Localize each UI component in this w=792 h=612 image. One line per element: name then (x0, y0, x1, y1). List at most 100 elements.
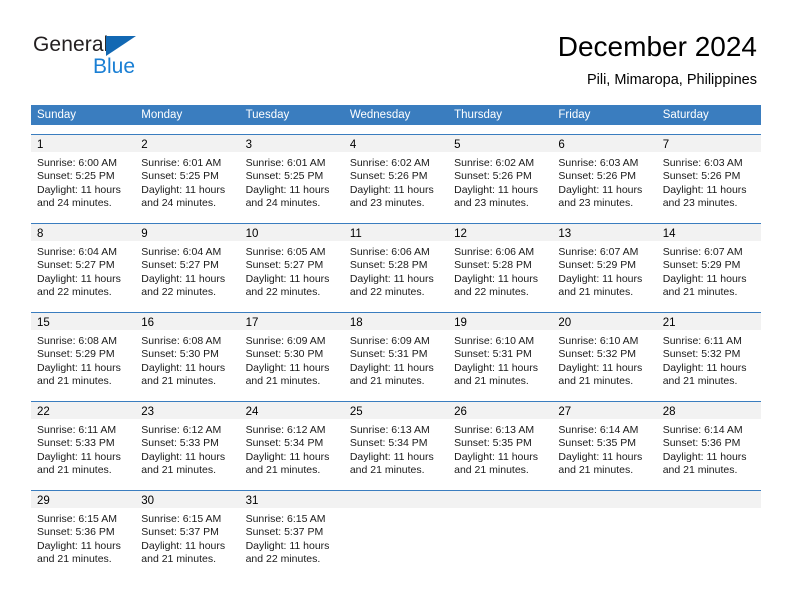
daylight-text-line1: Daylight: 11 hours (558, 361, 643, 374)
daylight-text-line1: Daylight: 11 hours (245, 272, 330, 285)
day-cell[interactable]: 14 Sunrise: 6:07 AM Sunset: 5:29 PM Dayl… (656, 224, 761, 303)
day-number: 17 (245, 317, 259, 329)
day-cell[interactable]: 25 Sunrise: 6:13 AM Sunset: 5:34 PM Dayl… (343, 402, 449, 481)
daylight-text-line2: and 21 minutes. (558, 464, 634, 477)
day-cell[interactable]: 18 Sunrise: 6:09 AM Sunset: 5:31 PM Dayl… (343, 313, 449, 392)
sunset-text: Sunset: 5:29 PM (662, 259, 741, 272)
day-cell[interactable]: 22 Sunrise: 6:11 AM Sunset: 5:33 PM Dayl… (31, 402, 136, 481)
daylight-text-line2: and 23 minutes. (454, 197, 529, 210)
daylight-text-line1: Daylight: 11 hours (454, 183, 538, 196)
sunset-text: Sunset: 5:34 PM (349, 437, 428, 450)
sunset-text: Sunset: 5:37 PM (245, 526, 324, 539)
day-cell[interactable]: 29 Sunrise: 6:15 AM Sunset: 5:36 PM Dayl… (31, 491, 136, 570)
day-cell[interactable]: 10 Sunrise: 6:05 AM Sunset: 5:27 PM Dayl… (239, 224, 344, 303)
sunrise-text: Sunrise: 6:03 AM (662, 157, 743, 169)
day-cell[interactable]: 24 Sunrise: 6:12 AM Sunset: 5:34 PM Dayl… (239, 402, 344, 481)
day-number: 19 (454, 317, 467, 329)
day-number-band: 24 (239, 402, 344, 419)
sunset-text: Sunset: 5:30 PM (141, 348, 219, 361)
daylight-text-line2: and 21 minutes. (454, 464, 529, 477)
daylight-text-line1: Daylight: 11 hours (662, 361, 747, 374)
day-number-band: 28 (656, 402, 761, 419)
day-number: 31 (245, 495, 259, 507)
day-number: 29 (37, 495, 50, 507)
sunset-text: Sunset: 5:30 PM (245, 348, 324, 361)
day-cell[interactable]: 26 Sunrise: 6:13 AM Sunset: 5:35 PM Dayl… (448, 402, 553, 481)
day-cell[interactable]: 11 Sunrise: 6:06 AM Sunset: 5:28 PM Dayl… (343, 224, 449, 303)
daylight-text-line1: Daylight: 11 hours (37, 450, 121, 463)
daylight-text-line2: and 21 minutes. (245, 375, 321, 388)
day-number-band: 18 (343, 313, 449, 330)
day-cell[interactable]: 9 Sunrise: 6:04 AM Sunset: 5:27 PM Dayli… (135, 224, 240, 303)
day-number: 25 (349, 406, 363, 418)
day-cell[interactable]: 2 Sunrise: 6:01 AM Sunset: 5:25 PM Dayli… (135, 135, 240, 214)
day-number: 3 (245, 139, 252, 151)
daylight-text-line1: Daylight: 11 hours (141, 183, 226, 196)
day-details: Sunrise: 6:01 AM Sunset: 5:25 PM Dayligh… (135, 152, 239, 211)
day-number: 30 (141, 495, 155, 507)
day-cell[interactable]: 20 Sunrise: 6:10 AM Sunset: 5:32 PM Dayl… (552, 313, 657, 392)
generalblue-logo[interactable]: General Blue (33, 33, 213, 83)
sunrise-text: Sunrise: 6:08 AM (141, 335, 222, 347)
day-details: Sunrise: 6:09 AM Sunset: 5:30 PM Dayligh… (240, 330, 344, 389)
day-number-band: 29 (31, 491, 136, 508)
sunrise-text: Sunrise: 6:01 AM (245, 157, 326, 169)
calendar-page: General Blue December 2024 Pili, Mimarop… (0, 0, 792, 612)
daylight-text-line2: and 22 minutes. (245, 286, 321, 299)
weekday-header-row: Sunday Monday Tuesday Wednesday Thursday… (31, 105, 761, 125)
day-number: 2 (141, 139, 148, 151)
day-details: Sunrise: 6:14 AM Sunset: 5:36 PM Dayligh… (657, 419, 761, 478)
day-cell[interactable]: 16 Sunrise: 6:08 AM Sunset: 5:30 PM Dayl… (135, 313, 240, 392)
day-number: 11 (349, 228, 362, 240)
day-cell[interactable]: 31 Sunrise: 6:15 AM Sunset: 5:37 PM Dayl… (239, 491, 344, 570)
day-cell[interactable]: 23 Sunrise: 6:12 AM Sunset: 5:33 PM Dayl… (135, 402, 240, 481)
sunset-text: Sunset: 5:36 PM (37, 526, 115, 539)
day-cell[interactable]: 8 Sunrise: 6:04 AM Sunset: 5:27 PM Dayli… (31, 224, 136, 303)
day-cell[interactable]: 28 Sunrise: 6:14 AM Sunset: 5:36 PM Dayl… (656, 402, 761, 481)
day-cell[interactable]: 15 Sunrise: 6:08 AM Sunset: 5:29 PM Dayl… (31, 313, 136, 392)
day-cell[interactable]: 5 Sunrise: 6:02 AM Sunset: 5:26 PM Dayli… (448, 135, 553, 214)
daylight-text-line2: and 21 minutes. (662, 375, 738, 388)
weekday-sunday: Sunday (37, 109, 77, 121)
day-cell[interactable]: 19 Sunrise: 6:10 AM Sunset: 5:31 PM Dayl… (448, 313, 553, 392)
day-cell[interactable]: 17 Sunrise: 6:09 AM Sunset: 5:30 PM Dayl… (239, 313, 344, 392)
day-details: Sunrise: 6:08 AM Sunset: 5:29 PM Dayligh… (31, 330, 135, 389)
day-cell[interactable]: 7 Sunrise: 6:03 AM Sunset: 5:26 PM Dayli… (656, 135, 761, 214)
daylight-text-line2: and 21 minutes. (245, 464, 321, 477)
day-number: 8 (37, 228, 44, 240)
sunset-text: Sunset: 5:27 PM (245, 259, 324, 272)
daylight-text-line1: Daylight: 11 hours (141, 450, 226, 463)
day-number: 1 (37, 139, 44, 151)
daylight-text-line1: Daylight: 11 hours (349, 183, 434, 196)
week-row: 15 Sunrise: 6:08 AM Sunset: 5:29 PM Dayl… (31, 312, 761, 392)
day-cell[interactable]: 27 Sunrise: 6:14 AM Sunset: 5:35 PM Dayl… (552, 402, 657, 481)
sunrise-text: Sunrise: 6:00 AM (37, 157, 117, 169)
day-cell[interactable]: 12 Sunrise: 6:06 AM Sunset: 5:28 PM Dayl… (448, 224, 553, 303)
week-row: 1 Sunrise: 6:00 AM Sunset: 5:25 PM Dayli… (31, 134, 761, 214)
day-cell[interactable]: 1 Sunrise: 6:00 AM Sunset: 5:25 PM Dayli… (31, 135, 136, 214)
day-cell[interactable]: 21 Sunrise: 6:11 AM Sunset: 5:32 PM Dayl… (656, 313, 761, 392)
daylight-text-line1: Daylight: 11 hours (37, 361, 121, 374)
day-cell[interactable]: 3 Sunrise: 6:01 AM Sunset: 5:25 PM Dayli… (239, 135, 344, 214)
day-number: 4 (349, 139, 357, 151)
daylight-text-line2: and 24 minutes. (37, 197, 112, 210)
day-details: Sunrise: 6:11 AM Sunset: 5:32 PM Dayligh… (657, 330, 761, 389)
daylight-text-line1: Daylight: 11 hours (662, 450, 747, 463)
daylight-text-line2: and 23 minutes. (558, 197, 634, 210)
week-row: 29 Sunrise: 6:15 AM Sunset: 5:36 PM Dayl… (31, 490, 761, 570)
sunrise-text: Sunrise: 6:07 AM (558, 246, 639, 258)
day-number-band: 5 (448, 135, 553, 152)
day-cell[interactable]: 6 Sunrise: 6:03 AM Sunset: 5:26 PM Dayli… (552, 135, 657, 214)
day-cell[interactable]: 13 Sunrise: 6:07 AM Sunset: 5:29 PM Dayl… (552, 224, 657, 303)
day-cell[interactable]: 4 Sunrise: 6:02 AM Sunset: 5:26 PM Dayli… (343, 135, 449, 214)
daylight-text-line1: Daylight: 11 hours (37, 539, 121, 552)
day-details: Sunrise: 6:15 AM Sunset: 5:36 PM Dayligh… (31, 508, 135, 567)
day-details: Sunrise: 6:06 AM Sunset: 5:28 PM Dayligh… (344, 241, 448, 300)
day-cell[interactable]: 30 Sunrise: 6:15 AM Sunset: 5:37 PM Dayl… (135, 491, 240, 570)
daylight-text-line1: Daylight: 11 hours (245, 450, 330, 463)
sunrise-text: Sunrise: 6:12 AM (141, 424, 222, 436)
sunrise-text: Sunrise: 6:15 AM (37, 513, 117, 525)
day-number-band: 23 (135, 402, 240, 419)
daylight-text-line2: and 21 minutes. (141, 464, 216, 477)
day-number: 21 (662, 317, 676, 329)
